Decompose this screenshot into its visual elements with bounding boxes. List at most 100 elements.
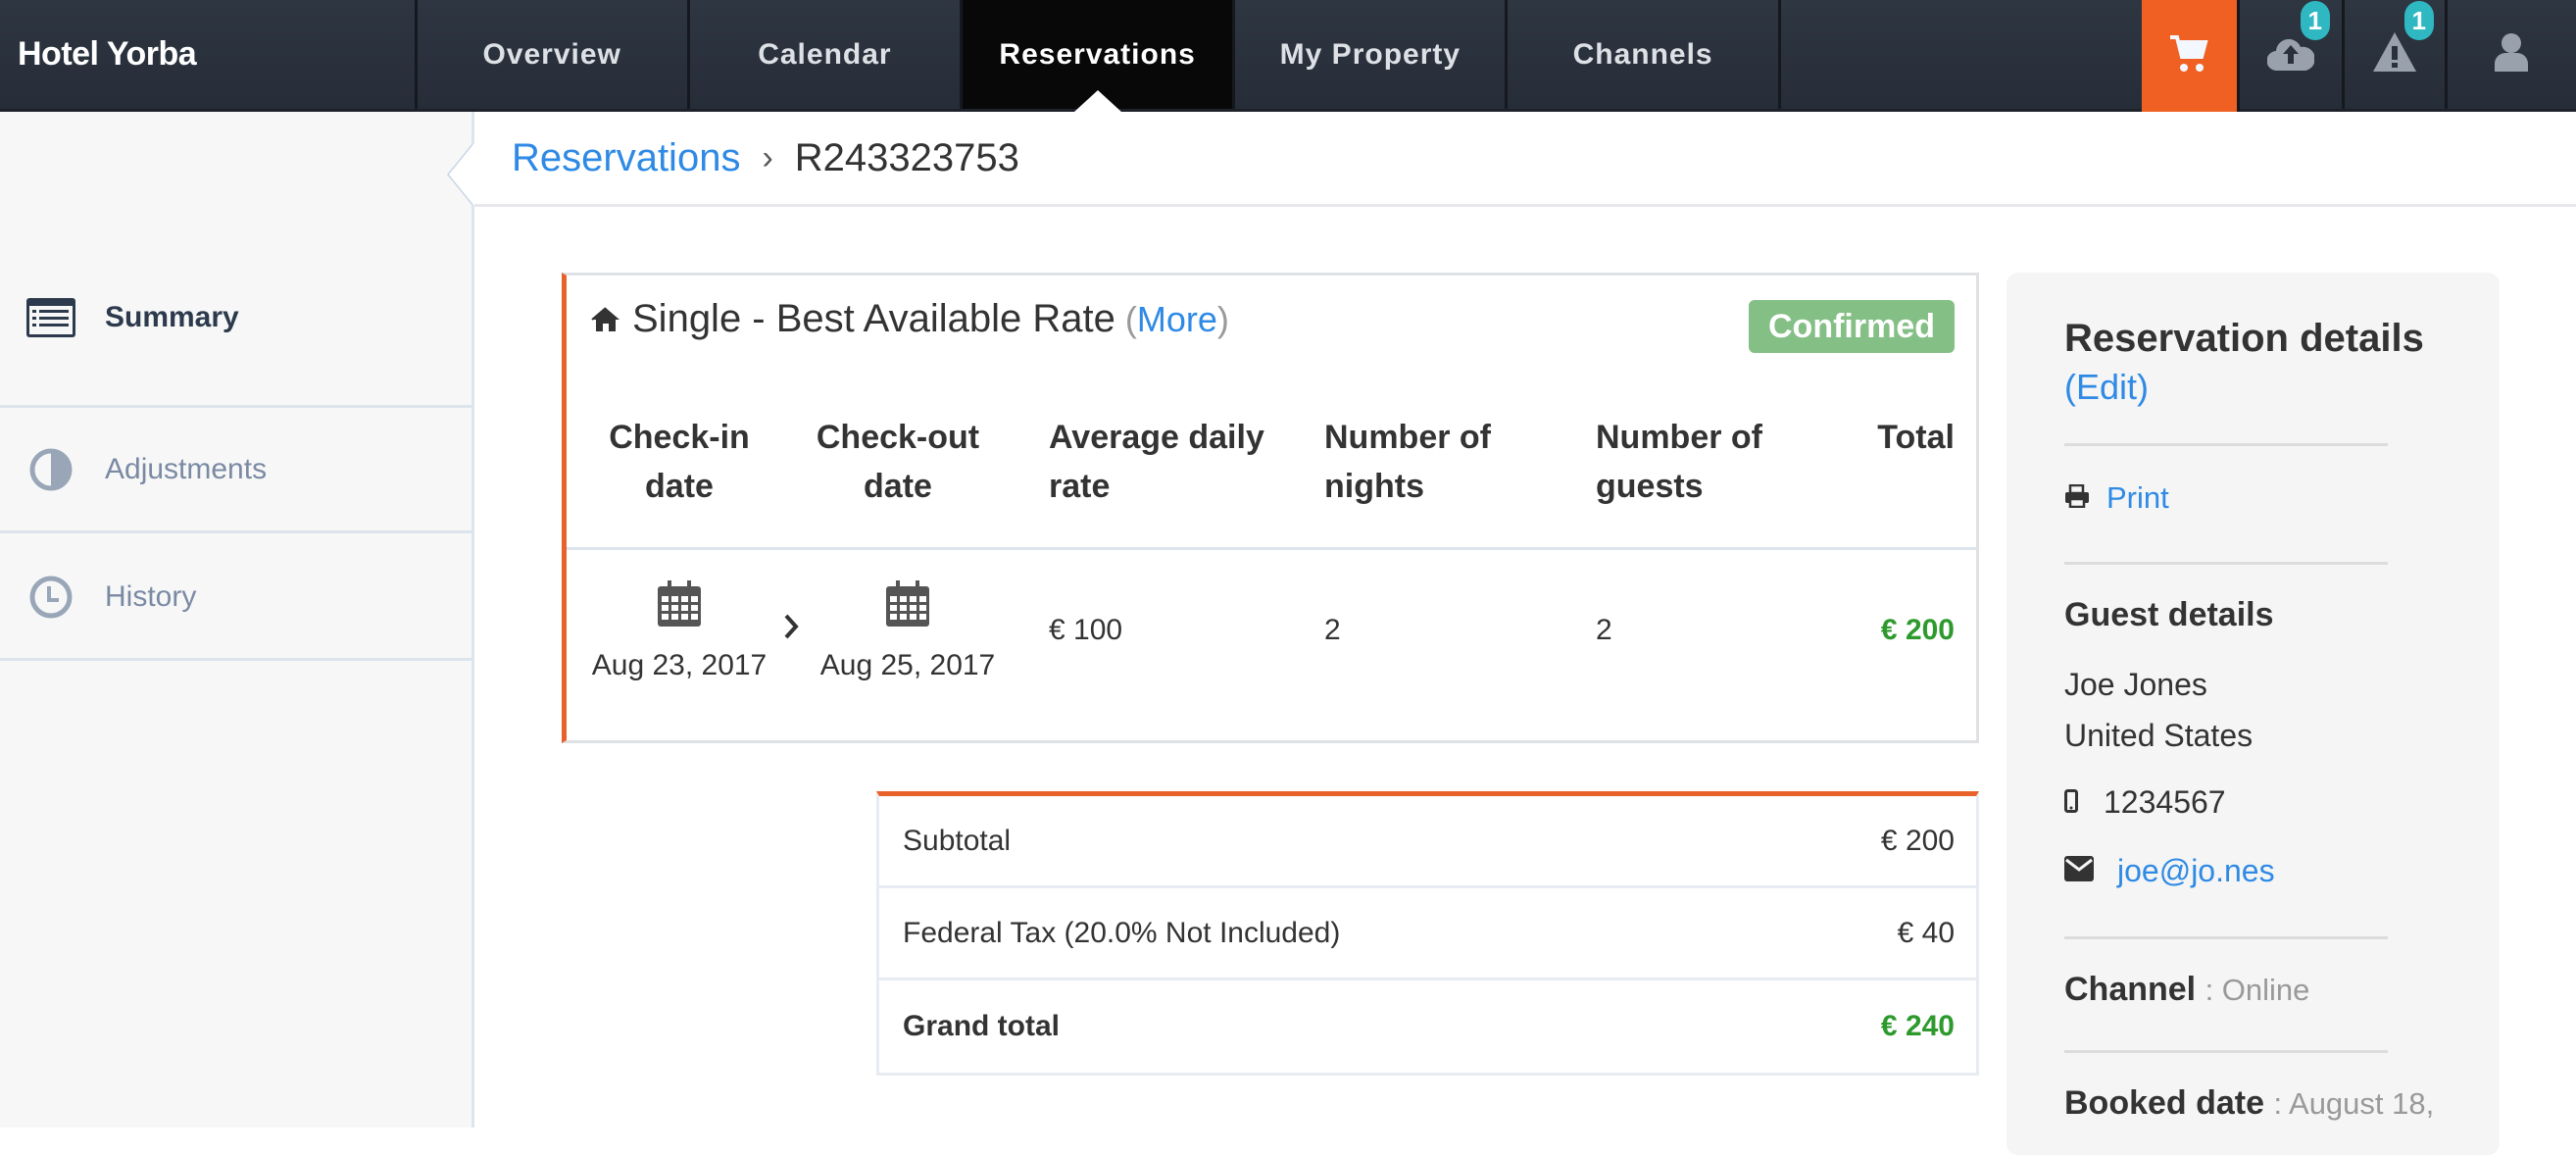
tab-my-property[interactable]: My Property <box>1235 0 1509 109</box>
user-icon <box>2494 32 2529 76</box>
subtotal-value: € 200 <box>1880 824 1955 857</box>
chevron-right-icon <box>783 614 799 644</box>
sidebar-item-label: Adjustments <box>105 452 268 485</box>
table-row: Aug 23, 2017 Aug 25, 2017 € 100 2 2 € 20… <box>567 553 1976 739</box>
grand-total-label: Grand total <box>903 1010 1061 1042</box>
booked-date-value: : August 18, <box>2273 1086 2435 1121</box>
guest-country: United States <box>2064 718 2254 753</box>
phone-value: 1234567 <box>2104 784 2226 820</box>
tab-calendar[interactable]: Calendar <box>690 0 964 109</box>
guest-phone: 1234567 <box>2064 784 2226 821</box>
tab-reservations[interactable]: Reservations <box>963 0 1236 112</box>
more-link-wrapper: (More) <box>1125 299 1229 340</box>
divider <box>2064 1050 2388 1053</box>
totals-table: Subtotal € 200 Federal Tax (20.0% Not In… <box>876 791 1979 1076</box>
col-guests-line2: guests <box>1596 468 1704 505</box>
email-link[interactable]: joe@jo.nes <box>2117 853 2275 889</box>
col-rate-line1: Average daily <box>1049 419 1264 456</box>
sidebar-item-label: History <box>105 579 197 613</box>
cart-icon <box>2168 34 2209 78</box>
divider <box>2064 936 2388 939</box>
printer-icon <box>2064 480 2090 516</box>
edit-link[interactable]: (Edit) <box>2064 367 2149 408</box>
brand-logo[interactable]: Hotel Yorba <box>0 0 418 109</box>
subtotal-label: Subtotal <box>903 824 1012 857</box>
col-total-line1: Total <box>1877 419 1955 456</box>
guest-details-title: Guest details <box>2064 596 2274 633</box>
more-link[interactable]: More <box>1137 299 1217 339</box>
reservation-details-panel: Reservation details (Edit) Print Guest d… <box>2006 273 2500 1155</box>
sidebar-item-label: Summary <box>105 300 239 333</box>
col-nights: Number of nights <box>1324 413 1491 511</box>
rate-value: € 100 <box>1049 614 1123 646</box>
grand-total-value: € 240 <box>1880 1010 1955 1042</box>
checkout-cell: Aug 25, 2017 <box>810 580 1006 682</box>
envelope-icon <box>2064 853 2094 889</box>
divider <box>2064 443 2388 446</box>
list-icon <box>26 293 75 342</box>
calendar-icon <box>810 580 1006 628</box>
sidebar-item-summary[interactable]: Summary <box>0 112 471 408</box>
calendar-icon <box>581 580 777 628</box>
col-guests: Number of guests <box>1596 413 1762 511</box>
user-menu-button[interactable] <box>2448 0 2576 109</box>
channel-label: Channel <box>2064 971 2197 1008</box>
subtotal-row: Subtotal € 200 <box>879 796 1976 888</box>
uploads-button[interactable]: 1 <box>2240 0 2345 109</box>
guest-name: Joe Jones <box>2064 667 2207 702</box>
col-rate-line2: rate <box>1049 468 1111 505</box>
warning-icon <box>2372 31 2417 77</box>
home-icon <box>591 306 620 332</box>
sidebar: Summary Adjustments History <box>0 112 474 1128</box>
sidebar-item-adjustments[interactable]: Adjustments <box>0 408 471 533</box>
alerts-button[interactable]: 1 <box>2345 0 2448 109</box>
col-nights-line2: nights <box>1324 468 1424 505</box>
paren-open: ( <box>1124 298 1137 339</box>
nights-value: 2 <box>1324 614 1341 646</box>
divider <box>2064 562 2388 565</box>
grand-total-row: Grand total € 240 <box>879 980 1976 1073</box>
tax-label: Federal Tax (20.0% Not Included) <box>903 916 1341 949</box>
booked-date-field: Booked date : August 18, <box>2064 1084 2434 1123</box>
breadcrumb-reservations-link[interactable]: Reservations <box>512 136 740 180</box>
breadcrumb-separator: › <box>762 138 773 176</box>
tab-overview[interactable]: Overview <box>418 0 690 109</box>
col-checkout-line1: Check-out <box>816 419 980 456</box>
room-card: Single - Best Available Rate (More) Conf… <box>562 273 1979 743</box>
col-nights-line1: Number of <box>1324 419 1491 456</box>
status-badge: Confirmed <box>1749 300 1955 353</box>
tab-channels[interactable]: Channels <box>1508 0 1781 109</box>
col-checkin-line2: date <box>645 468 714 505</box>
col-checkin-line1: Check-in <box>609 419 750 456</box>
guests-value: 2 <box>1596 614 1612 646</box>
guest-email: joe@jo.nes <box>2064 853 2275 889</box>
table-header: Check-in date Check-out date Average dai… <box>567 383 1976 550</box>
details-title: Reservation details <box>2064 317 2424 360</box>
col-total: Total <box>1877 413 1955 462</box>
col-guests-line1: Number of <box>1596 419 1762 456</box>
checkin-date: Aug 23, 2017 <box>591 649 768 681</box>
channel-field: Channel : Online <box>2064 971 2309 1009</box>
booked-date-label: Booked date <box>2064 1084 2265 1122</box>
alerts-badge: 1 <box>2403 1 2434 40</box>
room-title: Single - Best Available Rate (More) <box>591 297 1229 341</box>
row-total-value: € 200 <box>1880 614 1955 646</box>
print-link[interactable]: Print <box>2064 480 2169 516</box>
col-checkout: Check-out date <box>800 413 996 511</box>
checkout-date: Aug 25, 2017 <box>819 649 996 681</box>
clock-icon <box>26 573 75 622</box>
top-nav: Hotel Yorba Overview Calendar Reservatio… <box>0 0 2576 112</box>
col-checkin: Check-in date <box>567 413 792 511</box>
col-rate: Average daily rate <box>1049 413 1264 511</box>
sidebar-item-history[interactable]: History <box>0 535 471 661</box>
print-label: Print <box>2106 480 2169 515</box>
checkin-cell: Aug 23, 2017 <box>581 580 777 682</box>
mobile-phone-icon <box>2064 784 2078 821</box>
uploads-badge: 1 <box>2300 1 2330 40</box>
cart-button[interactable] <box>2141 0 2240 112</box>
cloud-upload-icon <box>2266 33 2315 75</box>
tax-value: € 40 <box>1897 916 1955 949</box>
contrast-icon <box>26 445 75 494</box>
paren-close: ) <box>1216 298 1229 339</box>
